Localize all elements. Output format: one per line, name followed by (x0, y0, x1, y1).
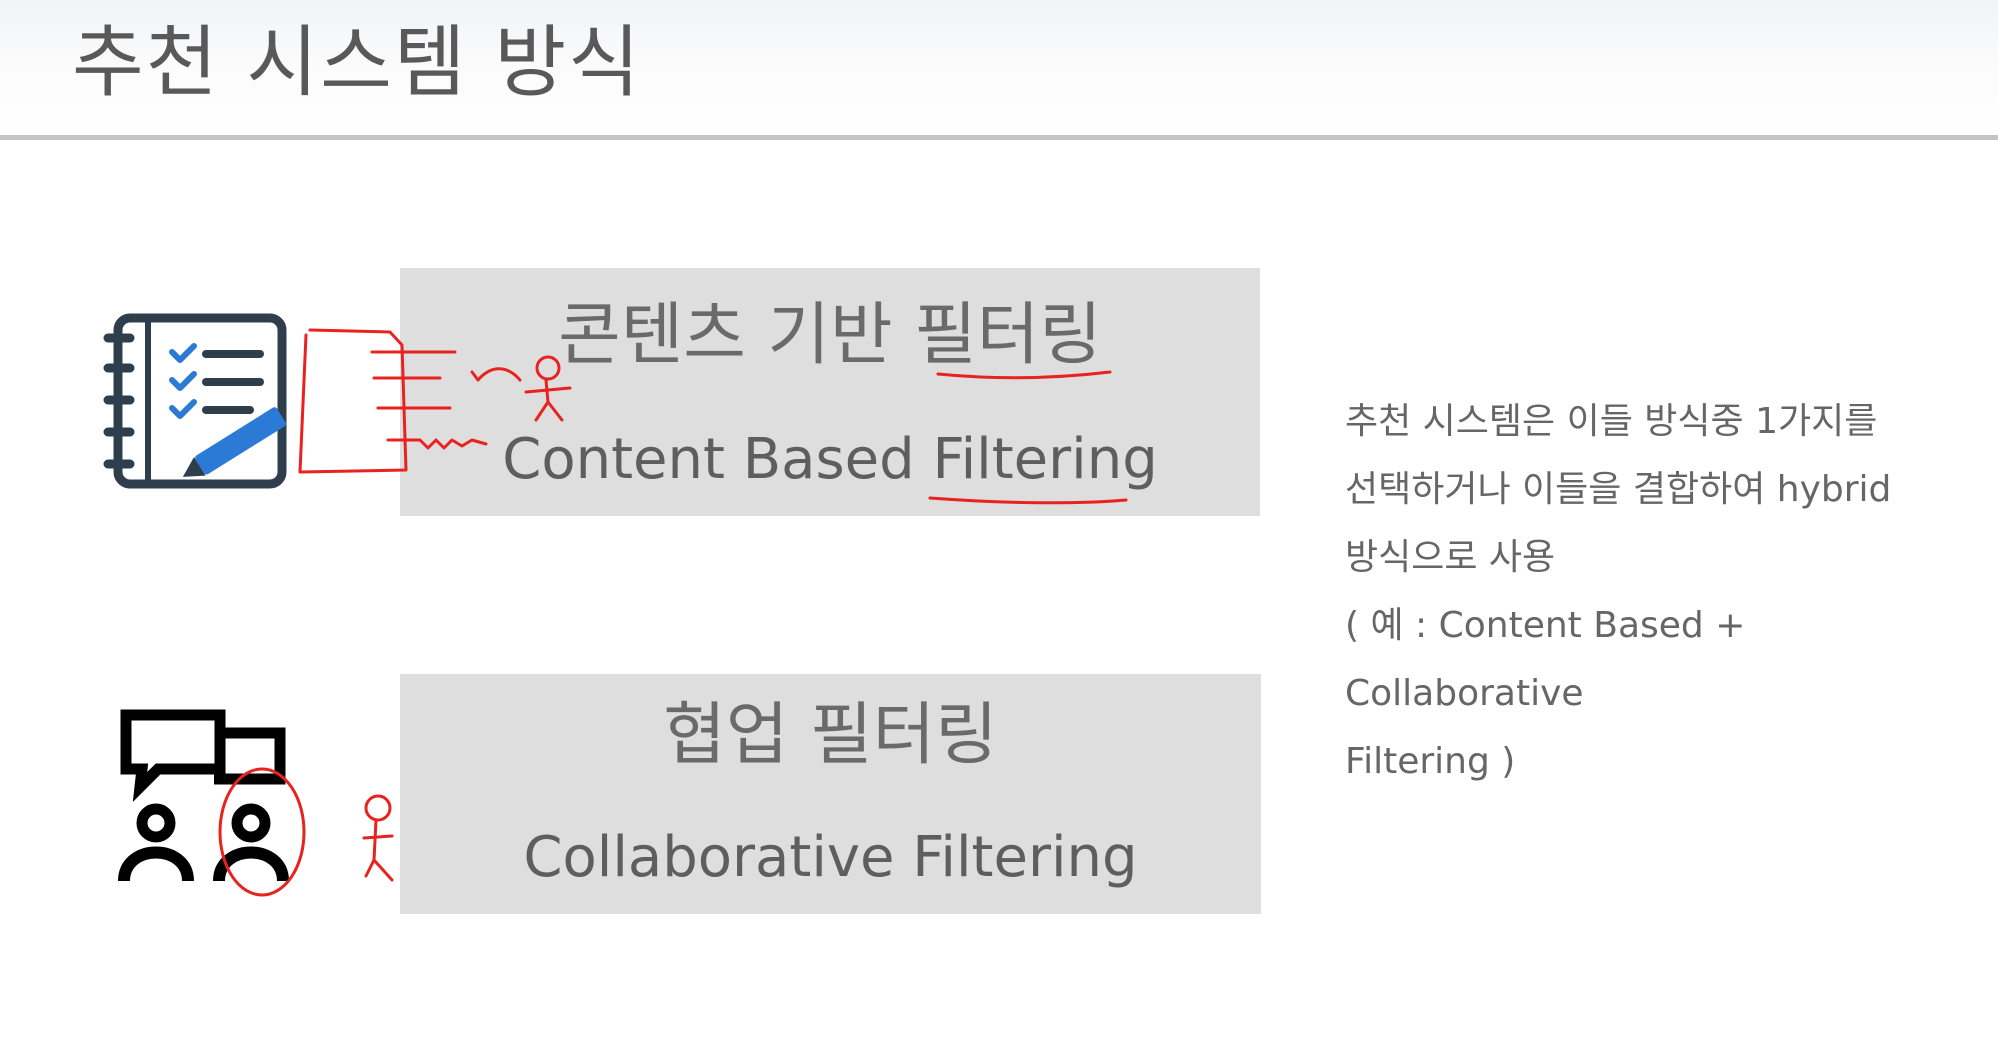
content-based-panel: 콘텐츠 기반 필터링 Content Based Filtering (400, 268, 1260, 516)
method-title-ko: 콘텐츠 기반 필터링 (558, 296, 1102, 375)
person-sketch (364, 794, 392, 822)
title-bar: 추천 시스템 방식 (0, 0, 1998, 140)
method-title-en: Collaborative Filtering (523, 825, 1138, 890)
collaborative-panel: 협업 필터링 Collaborative Filtering (400, 674, 1261, 914)
description-text: 추천 시스템은 이들 방식중 1가지를 선택하거나 이들을 결합하여 hybri… (1345, 388, 1965, 796)
page-title: 추천 시스템 방식 (72, 18, 642, 108)
description-line: Filtering ) (1345, 741, 1516, 782)
checklist-notebook-icon (103, 313, 287, 489)
method-title-ko: 협업 필터링 (663, 696, 998, 775)
description-line: ( 예 : Content Based + Collaborative (1345, 605, 1746, 714)
users-chat-icon (118, 709, 289, 882)
method-title-en: Content Based Filtering (502, 427, 1158, 492)
description-line: 방식으로 사용 (1345, 537, 1556, 578)
document-sketch (298, 328, 408, 474)
person-sketch (362, 818, 394, 882)
description-line: 추천 시스템은 이들 방식중 1가지를 (1345, 401, 1878, 442)
description-line: 선택하거나 이들을 결합하여 hybrid (1345, 469, 1892, 510)
